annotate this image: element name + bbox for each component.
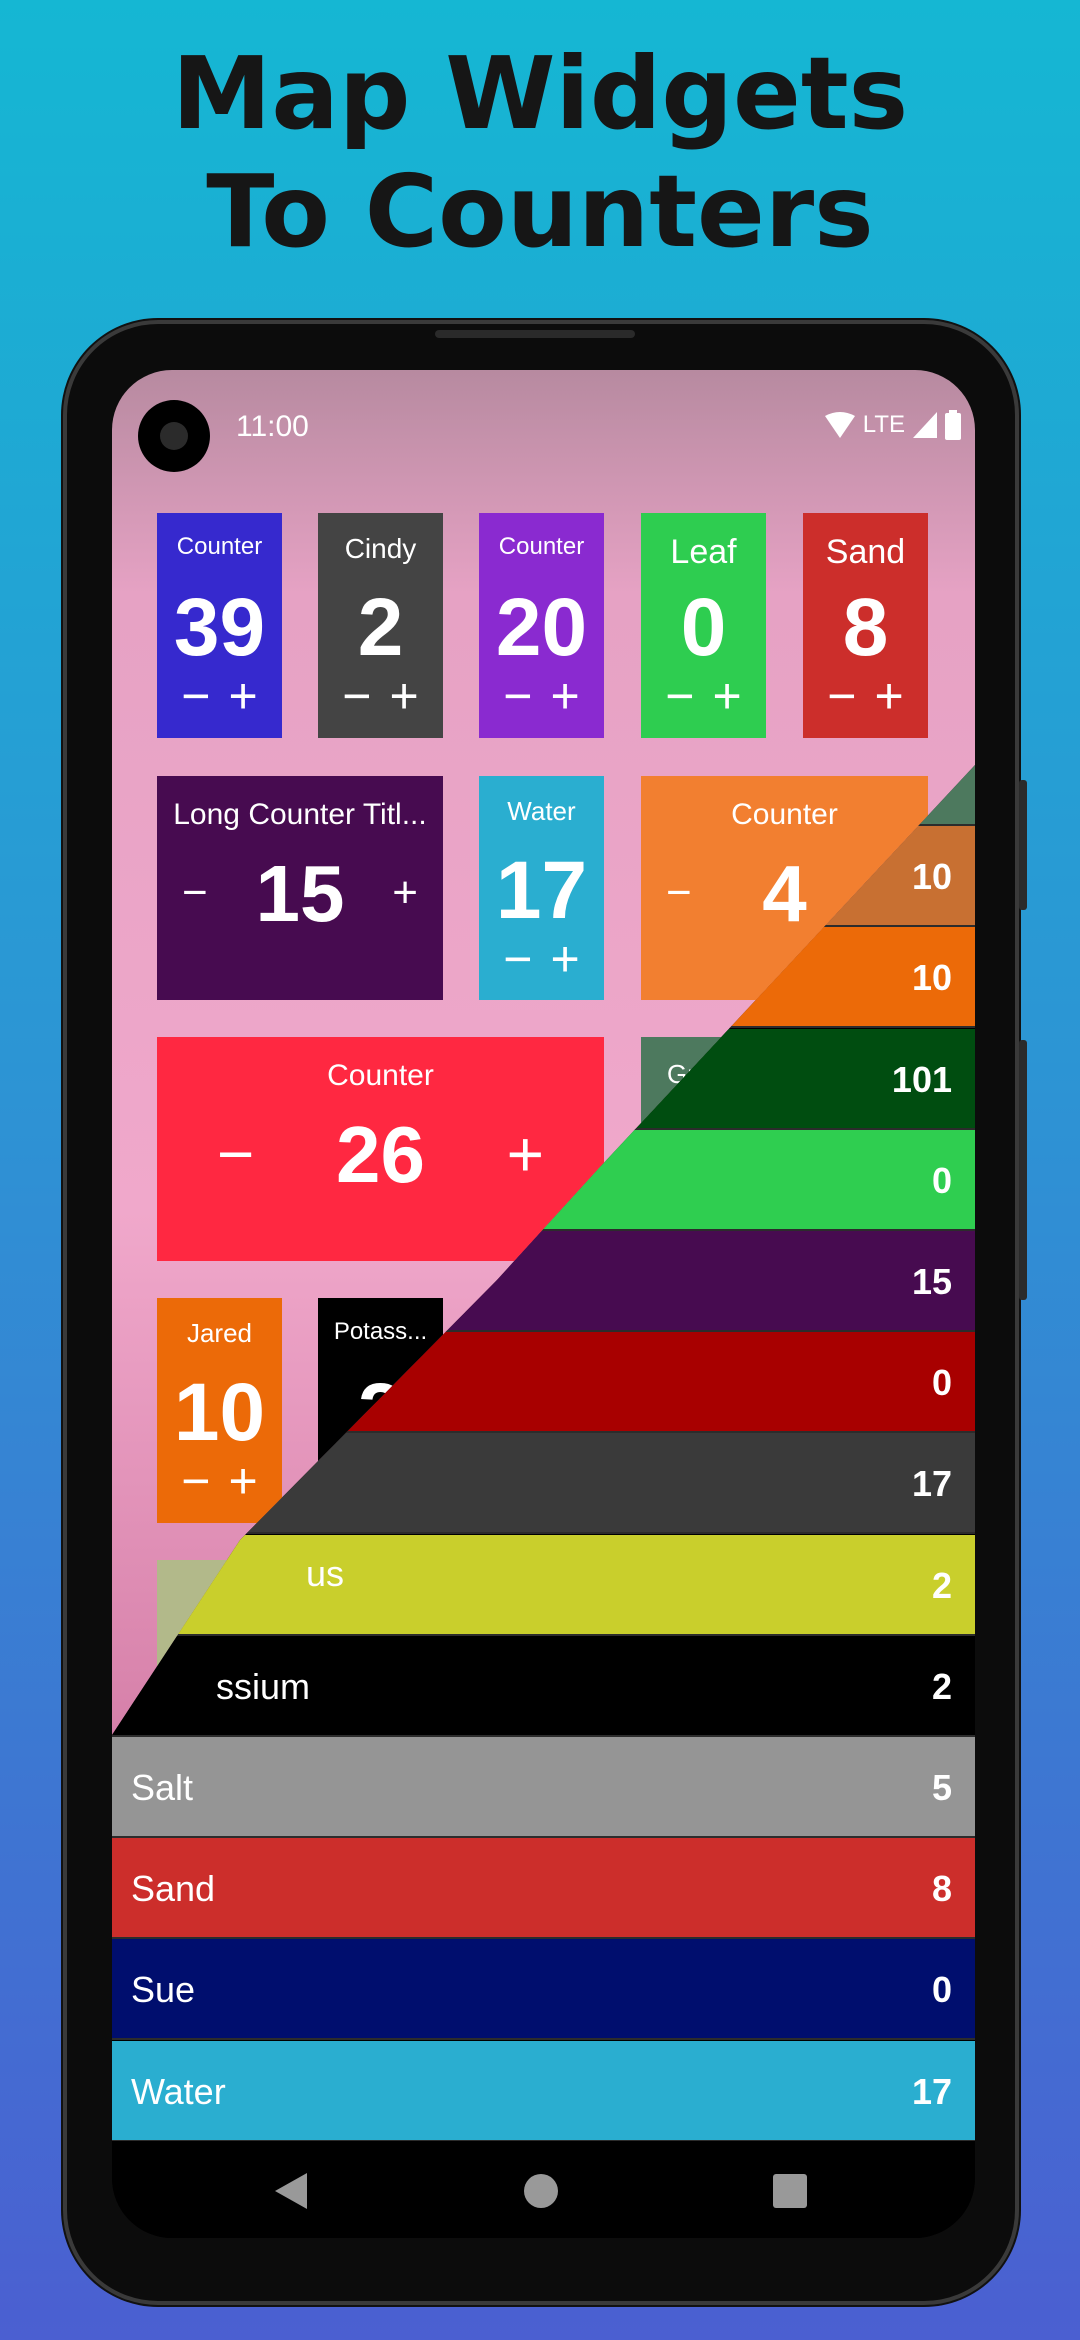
counter-list-row[interactable]: ssium 2 (112, 1635, 975, 1737)
decrement-button[interactable]: − (503, 671, 532, 721)
widget-title: Counter (731, 798, 838, 831)
counter-list-value: 10 (911, 957, 952, 999)
counter-list-value: 17 (911, 2070, 952, 2112)
decrement-button[interactable]: − (342, 671, 371, 721)
headline-line-2: To Counters (206, 153, 874, 270)
camera-cutout (138, 400, 210, 472)
status-time: 11:00 (236, 410, 309, 443)
network-label: LTE (862, 411, 905, 438)
counter-list-label: Sue (131, 1969, 196, 2011)
counter-widget[interactable]: Jared 10− + (157, 1298, 282, 1523)
power-button (1019, 1040, 1027, 1300)
headline: Map Widgets To Counters (0, 35, 1080, 271)
phone-screen: 11:00 LTE Counter 39− + Cindy 2− + Counter 20− +… (112, 370, 975, 2238)
speaker-grille (435, 330, 635, 338)
volume-button (1019, 780, 1027, 910)
counter-list-label: Salt (131, 1767, 194, 1808)
increment-button[interactable]: + (392, 868, 418, 918)
increment-button[interactable]: + (390, 671, 419, 721)
counter-list-value: 8 (931, 1868, 952, 1910)
counter-list-label: Sand (131, 1868, 216, 1910)
counter-widget[interactable]: Cindy 2− + (318, 513, 443, 738)
widget-title: Jared (186, 1318, 253, 1348)
counter-list-value: 0 (931, 1969, 952, 2011)
decrement-button[interactable]: − (827, 671, 856, 721)
increment-button[interactable]: + (229, 1456, 258, 1506)
counter-widget[interactable]: Counter 26− + (157, 1037, 604, 1261)
widget-title: Long Counter Titl... (173, 798, 427, 831)
widget-title: Sand (825, 533, 906, 571)
decrement-button[interactable]: − (181, 671, 210, 721)
widget-title: Water (507, 796, 576, 826)
counter-list-label: ssium (216, 1665, 311, 1707)
widget-title: Leaf (670, 533, 737, 571)
wifi-icon (824, 412, 855, 438)
decrement-button[interactable]: − (217, 1122, 254, 1186)
home-icon[interactable] (523, 2173, 559, 2214)
widget-buttons: −+ (641, 671, 766, 721)
counter-widget[interactable]: Counter 39− + (157, 513, 282, 738)
counter-widget[interactable]: Long Counter Titl... 15− + (157, 776, 443, 1000)
increment-button[interactable]: + (229, 671, 258, 721)
widget-title: Counter (327, 1059, 434, 1092)
counter-widget[interactable]: Leaf 0− + (641, 513, 766, 738)
counter-list-row[interactable]: Water 17 (112, 2040, 975, 2142)
increment-button[interactable]: + (507, 1122, 544, 1186)
headline-line-1: Map Widgets (171, 35, 909, 152)
widget-buttons: −+ (479, 671, 604, 721)
recents-icon[interactable] (772, 2173, 808, 2214)
counter-list-value: 0 (931, 1362, 952, 1404)
widget-buttons: −+ (157, 1456, 282, 1506)
counter-list-value: 17 (911, 1463, 952, 1505)
counter-list-row[interactable]: us 2 (112, 1534, 975, 1636)
status-icons: LTE (824, 410, 961, 440)
increment-button[interactable]: + (713, 671, 742, 721)
decrement-button[interactable]: − (181, 1456, 210, 1506)
battery-icon (945, 410, 961, 440)
signal-icon (913, 412, 937, 438)
increment-button[interactable]: + (551, 934, 580, 984)
widget-title: Counter (498, 533, 585, 560)
counter-list-value: 15 (911, 1261, 952, 1302)
widget-title: Potass... (333, 1318, 428, 1345)
counter-widget[interactable]: Counter 20− + (479, 513, 604, 738)
counter-list-value: 2 (931, 1665, 952, 1707)
counter-list-row[interactable]: Sue 0 (112, 1939, 975, 2041)
widget-value: 20 (495, 582, 588, 673)
decrement-button[interactable]: − (666, 868, 692, 918)
widget-value: 10 (173, 1367, 266, 1458)
widget-buttons: −+ (479, 934, 604, 984)
counter-list-value: 5 (931, 1767, 952, 1808)
decrement-button[interactable]: − (665, 671, 694, 721)
back-icon[interactable] (273, 2173, 309, 2214)
widget-title: Counter (176, 533, 263, 560)
widget-title: Cindy (344, 533, 417, 564)
counter-list-row[interactable]: Salt 5 (112, 1737, 975, 1838)
widget-value: 8 (842, 582, 889, 673)
widget-value: 0 (680, 582, 727, 673)
widget-value: 2 (357, 582, 404, 673)
increment-button[interactable]: + (551, 671, 580, 721)
counter-widget[interactable]: Sand 8− + (803, 513, 928, 738)
widget-buttons: −+ (803, 671, 928, 721)
counter-widget[interactable]: Water 17− + (479, 776, 604, 1000)
counter-list-value: 10 (911, 856, 952, 898)
widget-buttons: −+ (318, 671, 443, 721)
counter-list-value: 101 (891, 1058, 952, 1100)
decrement-button[interactable]: − (503, 934, 532, 984)
counter-list-label: Water (131, 2070, 226, 2112)
decrement-button[interactable]: − (182, 868, 208, 918)
navigation-bar (112, 2141, 975, 2238)
widget-value: 39 (173, 582, 266, 673)
counter-list-row[interactable]: Sand 8 (112, 1838, 975, 1940)
widget-value: 17 (495, 845, 588, 936)
counter-list-value: 2 (931, 1564, 952, 1606)
counter-list-label: us (306, 1552, 345, 1594)
increment-button[interactable]: + (875, 671, 904, 721)
counter-list-value: 0 (931, 1159, 952, 1201)
widget-buttons: −+ (157, 671, 282, 721)
